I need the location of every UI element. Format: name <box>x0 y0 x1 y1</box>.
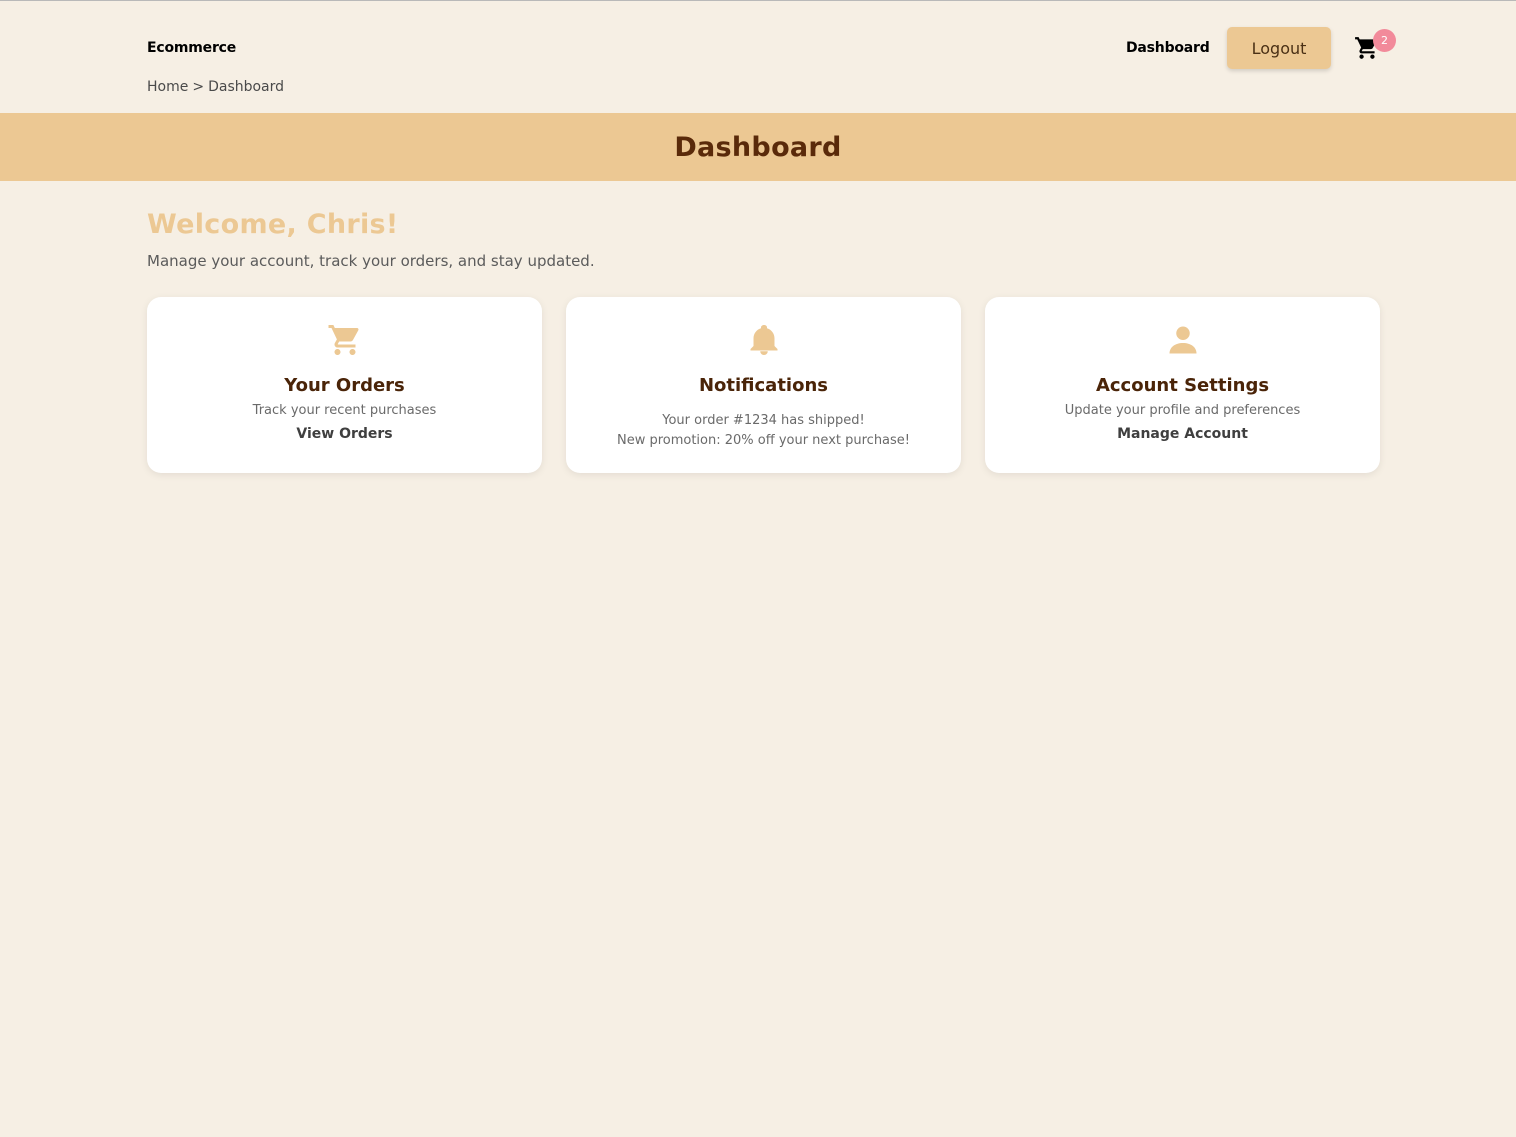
notification-item: New promotion: 20% off your next purchas… <box>616 433 911 448</box>
manage-account-link[interactable]: Manage Account <box>985 426 1380 442</box>
account-card-title: Account Settings <box>1095 375 1270 396</box>
nav-dashboard-link[interactable]: Dashboard <box>1126 40 1210 56</box>
user-icon <box>1165 322 1201 358</box>
cart-count-badge: 2 <box>1373 29 1396 52</box>
breadcrumb: Home > Dashboard <box>147 79 284 95</box>
welcome-heading: Welcome, Chris! <box>147 209 399 240</box>
breadcrumb-home-link[interactable]: Home <box>147 79 188 95</box>
notifications-card-title: Notifications <box>698 375 829 396</box>
breadcrumb-separator: > <box>192 79 205 95</box>
notification-item: Your order #1234 has shipped! <box>662 413 865 428</box>
brand-logo-link[interactable]: Ecommerce <box>147 40 236 56</box>
view-orders-link[interactable]: View Orders <box>147 426 542 442</box>
orders-card: Your Orders Track your recent purchases … <box>147 297 542 473</box>
breadcrumb-current: Dashboard <box>208 79 285 95</box>
account-settings-card: Account Settings Update your profile and… <box>985 297 1380 473</box>
notifications-card: Notifications Your order #1234 has shipp… <box>566 297 961 473</box>
bell-icon <box>746 322 782 358</box>
welcome-subtitle: Manage your account, track your orders, … <box>147 252 595 270</box>
orders-card-description: Track your recent purchases <box>252 403 437 418</box>
notifications-list: Your order #1234 has shipped! New promot… <box>566 411 961 451</box>
logout-button[interactable]: Logout <box>1227 27 1331 69</box>
page-title: Dashboard <box>674 131 842 163</box>
orders-card-title: Your Orders <box>284 375 405 396</box>
account-card-description: Update your profile and preferences <box>1064 403 1301 418</box>
page-banner: Dashboard <box>0 113 1516 181</box>
cart-icon <box>327 322 363 358</box>
